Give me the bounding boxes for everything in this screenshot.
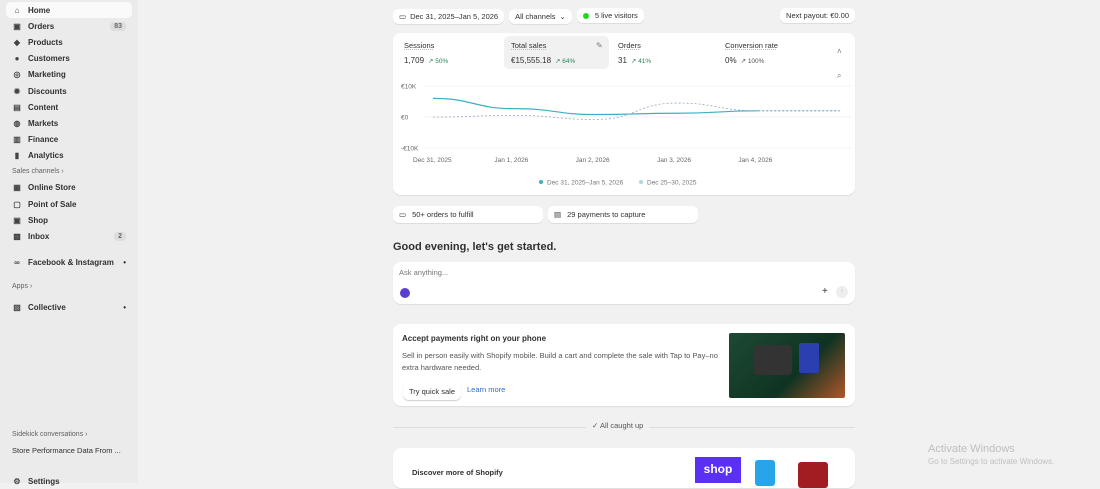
top-bar: ▭Dec 31, 2025–Jan 5, 2026 All channels⌄ 5 … <box>393 8 855 24</box>
point-of-sale-icon: ▢ <box>12 200 22 209</box>
discover-card: Discover more of Shopify shop <box>393 448 855 488</box>
y-tick-label: €0 <box>401 115 409 122</box>
sidebar-item-point-of-sale[interactable]: ▢Point of Sale <box>6 196 132 212</box>
sidebar-item-settings[interactable]: ⚙Settings <box>6 473 66 489</box>
discover-title: Discover more of Shopify <box>412 468 503 477</box>
legend-label: Dec 25–30, 2025 <box>647 180 697 187</box>
x-tick-label: Jan 2, 2026 <box>576 157 610 164</box>
sales-channels-header[interactable]: Sales channels › <box>0 164 138 180</box>
check-circle-icon: ✓ <box>592 421 598 430</box>
promo-card: Accept payments right on your phone Sell… <box>393 324 855 406</box>
payments-to-capture-button[interactable]: ▤29 payments to capture <box>548 206 698 223</box>
ask-input[interactable] <box>399 268 799 277</box>
greeting: Good evening, let's get started. <box>393 241 855 253</box>
send-button[interactable]: ↑ <box>836 286 848 298</box>
sidebar-item-home[interactable]: ⌂Home <box>6 2 132 18</box>
analytics-card: Sessions1,709↗ 50%Total sales€15,555.18↗… <box>393 33 855 195</box>
sidekick-conversation[interactable]: Store Performance Data From ... <box>0 442 133 458</box>
x-tick-label: Dec 31, 2025 <box>413 157 452 164</box>
content-icon: ▤ <box>12 103 22 112</box>
series-line-current <box>433 98 758 114</box>
sidebar-item-shop[interactable]: ▣Shop <box>6 212 132 228</box>
meta-icon: ∞ <box>12 258 22 267</box>
inbox-badge: 2 <box>114 232 126 241</box>
legend-marker <box>539 180 543 184</box>
sidekick-header[interactable]: Sidekick conversations › <box>0 426 99 442</box>
sidebar-item-customers[interactable]: ●Customers <box>6 51 132 67</box>
live-visitors-button[interactable]: 5 live visitors <box>577 8 644 23</box>
sidebar-item-analytics[interactable]: ▮Analytics <box>6 148 132 164</box>
finance-icon: ▥ <box>12 135 22 144</box>
apps-header[interactable]: Apps › <box>0 279 138 295</box>
channels-select[interactable]: All channels⌄ <box>509 9 572 24</box>
all-caught-up-divider: ✓ All caught up <box>393 421 855 433</box>
chevron-down-icon: ⌄ <box>560 12 566 21</box>
orders-to-fulfill-button[interactable]: ▭50+ orders to fulfill <box>393 206 543 223</box>
y-tick-label: -€10K <box>401 146 419 153</box>
sidebar: ⌂Home▣Orders83◆Products●Customers◎Market… <box>0 0 138 483</box>
promo-body: Sell in person easily with Shopify mobil… <box>402 350 722 374</box>
marketing-icon: ◎ <box>12 70 22 79</box>
calendar-icon: ▭ <box>399 12 406 21</box>
inbox-icon: ▭ <box>399 210 406 219</box>
activate-windows-subtext: Go to Settings to activate Windows. <box>928 457 1054 466</box>
plus-icon[interactable]: + <box>822 286 828 297</box>
legend-marker <box>639 180 643 184</box>
sidebar-item-collective[interactable]: ▧Collective• <box>6 300 132 316</box>
collective-icon: ▧ <box>12 303 22 312</box>
sales-chart: €10K €0 -€10K Dec 31, 2025 Jan 1, 2026 Jan 2,… <box>393 33 855 195</box>
activate-windows-watermark: Activate Windows <box>928 443 1015 455</box>
shopify-bag-icon <box>755 460 775 486</box>
task-row: ▭50+ orders to fulfill ▤29 payments to ca… <box>393 206 855 223</box>
promo-title: Accept payments right on your phone <box>402 334 546 343</box>
x-tick-label: Jan 1, 2026 <box>494 157 528 164</box>
sidebar-item-markets[interactable]: ◍Markets <box>6 115 132 131</box>
next-payout-button[interactable]: Next payout: €0.00 <box>780 8 855 23</box>
x-tick-label: Jan 3, 2026 <box>657 157 691 164</box>
legend-label: Dec 31, 2025–Jan 5, 2026 <box>547 180 624 187</box>
sidebar-item-orders[interactable]: ▣Orders83 <box>6 18 132 34</box>
sidebar-item-discounts[interactable]: ✹Discounts <box>6 83 132 99</box>
sidekick-avatar-icon <box>400 288 410 298</box>
gear-icon: ⚙ <box>12 477 22 486</box>
orders-badge: 83 <box>110 22 126 31</box>
try-quick-sale-button[interactable]: Try quick sale <box>403 383 461 400</box>
y-tick-label: €10K <box>401 84 417 91</box>
inbox-icon: ▩ <box>12 232 22 241</box>
discounts-icon: ✹ <box>12 87 22 96</box>
live-dot-icon <box>583 13 589 19</box>
analytics-icon: ▮ <box>12 151 22 160</box>
shop-logo: shop <box>695 457 741 483</box>
sidebar-item-online-store[interactable]: ▦Online Store <box>6 180 132 196</box>
sidebar-item-finance[interactable]: ▥Finance <box>6 132 132 148</box>
app-logo-icon <box>798 462 828 488</box>
sidebar-item-facebook-instagram[interactable]: ∞Facebook & Instagram• <box>6 255 132 271</box>
promo-image <box>729 333 845 398</box>
markets-icon: ◍ <box>12 119 22 128</box>
date-range-picker[interactable]: ▭Dec 31, 2025–Jan 5, 2026 <box>393 9 504 24</box>
cash-icon: ▤ <box>554 210 561 219</box>
sidekick-input-card[interactable]: + ↑ <box>393 262 855 304</box>
sidebar-item-products[interactable]: ◆Products <box>6 34 132 50</box>
learn-more-link[interactable]: Learn more <box>467 385 505 394</box>
orders-icon: ▣ <box>12 22 22 31</box>
online-store-icon: ▦ <box>12 183 22 192</box>
x-tick-label: Jan 4, 2026 <box>738 157 772 164</box>
home-icon: ⌂ <box>12 6 22 15</box>
shop-icon: ▣ <box>12 216 22 225</box>
sidebar-item-marketing[interactable]: ◎Marketing <box>6 67 132 83</box>
sidebar-item-inbox[interactable]: ▩Inbox2 <box>6 228 132 244</box>
sidebar-item-content[interactable]: ▤Content <box>6 99 132 115</box>
products-icon: ◆ <box>12 38 22 47</box>
customers-icon: ● <box>12 54 22 63</box>
